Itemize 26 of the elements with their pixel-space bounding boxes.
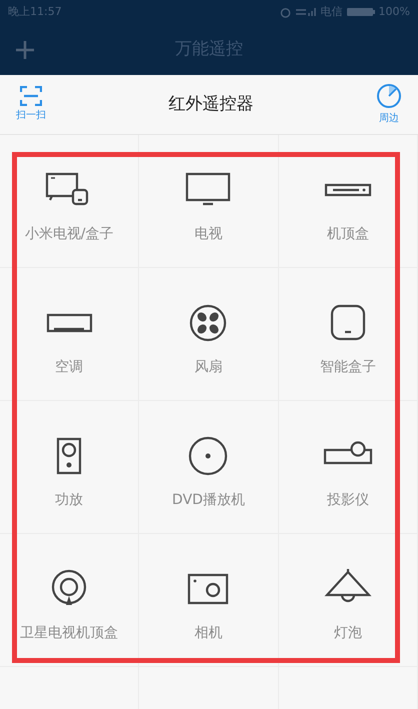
device-tile[interactable]: 空调	[0, 268, 140, 401]
device-tile[interactable]: 灯泡	[278, 534, 418, 667]
device-tile[interactable]: 功放	[0, 401, 140, 534]
radar-icon	[376, 83, 402, 109]
set-top-box-icon	[322, 183, 373, 197]
device-tile[interactable]: DVD播放机	[139, 401, 279, 534]
plus-icon	[15, 40, 35, 60]
device-tile[interactable]: 相机	[139, 534, 279, 667]
device-tile[interactable]: 机顶盒	[278, 135, 418, 268]
status-time: 晚上11:57	[8, 4, 62, 20]
device-tile[interactable]: 智能盒子	[278, 268, 418, 401]
device-tile[interactable]: 卫星电视机顶盒	[0, 534, 140, 667]
device-tile[interactable]: 小米电视/盒子	[0, 135, 140, 268]
alarm-icon	[280, 6, 291, 18]
page-title: 红外遥控器	[168, 92, 254, 116]
device-tile[interactable]: 风扇	[139, 268, 279, 401]
device-tile[interactable]: 投影仪	[278, 401, 418, 534]
nearby-button[interactable]: 周边	[376, 83, 402, 126]
battery-icon	[346, 7, 375, 17]
scan-button[interactable]: 扫一扫	[16, 86, 46, 123]
carrier-label: 电信	[320, 4, 343, 20]
air-conditioner-icon	[44, 313, 94, 333]
signal-icon	[294, 7, 317, 17]
scan-icon	[20, 86, 42, 106]
battery-percent: 100%	[378, 4, 410, 20]
device-tile[interactable]: 电视	[139, 135, 279, 268]
